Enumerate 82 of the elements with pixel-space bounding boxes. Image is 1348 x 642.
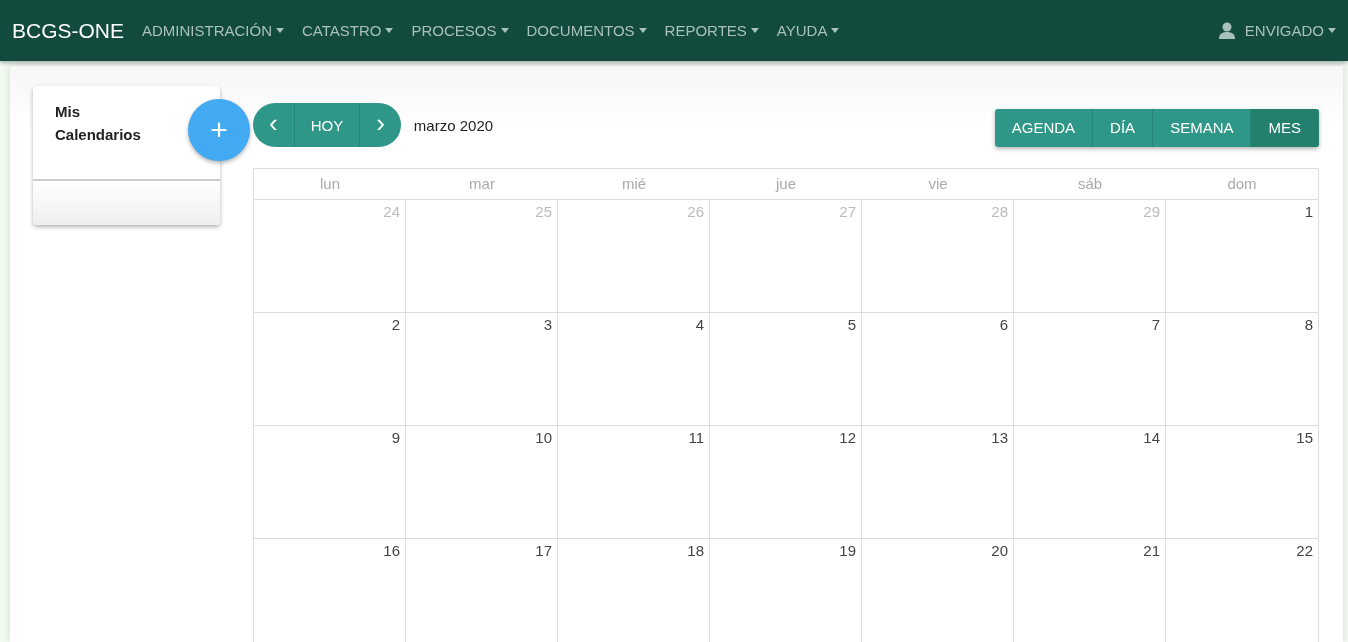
day-cell[interactable]: 12 bbox=[710, 426, 862, 539]
day-cell[interactable]: 1 bbox=[1166, 200, 1318, 313]
day-number: 14 bbox=[1143, 429, 1160, 446]
view-tab[interactable]: SEMANA bbox=[1153, 108, 1252, 147]
day-cell[interactable]: 16 bbox=[254, 539, 406, 642]
previous-button[interactable]: ‹ bbox=[253, 103, 294, 147]
caret-icon bbox=[500, 28, 509, 33]
day-cell[interactable]: 22 bbox=[1166, 539, 1318, 642]
nav-menu[interactable]: PROCESOS bbox=[411, 22, 509, 39]
weekday-header: vie bbox=[862, 169, 1014, 200]
day-number: 9 bbox=[391, 429, 400, 446]
view-tab[interactable]: MES bbox=[1251, 108, 1319, 147]
day-number: 27 bbox=[839, 203, 856, 220]
caret-icon bbox=[1328, 28, 1336, 33]
day-cell[interactable]: 10 bbox=[406, 426, 558, 539]
weekday-header: dom bbox=[1166, 169, 1318, 200]
day-number: 5 bbox=[847, 316, 856, 333]
day-cell[interactable]: 13 bbox=[862, 426, 1014, 539]
day-cell[interactable]: 18 bbox=[558, 539, 710, 642]
day-cell[interactable]: 5 bbox=[710, 313, 862, 426]
view-tab[interactable]: DÍA bbox=[1093, 108, 1154, 147]
day-number: 4 bbox=[695, 316, 704, 333]
day-cell[interactable]: 14 bbox=[1014, 426, 1166, 539]
day-number: 16 bbox=[383, 542, 400, 559]
weekday-header: mié bbox=[558, 169, 710, 200]
caret-icon bbox=[638, 28, 647, 33]
view-tab[interactable]: AGENDA bbox=[994, 108, 1094, 147]
card-title: Mis Calendarios bbox=[55, 102, 142, 145]
day-number: 7 bbox=[1151, 316, 1160, 333]
day-cell[interactable]: 20 bbox=[862, 539, 1014, 642]
day-number: 28 bbox=[991, 203, 1008, 220]
nav-menu[interactable]: ADMINISTRACIÓN bbox=[142, 22, 285, 39]
nav-menu[interactable]: CATASTRO bbox=[302, 22, 394, 39]
nav-menu[interactable]: AYUDA bbox=[776, 22, 840, 39]
caret-icon bbox=[831, 28, 840, 33]
day-number: 6 bbox=[999, 316, 1008, 333]
day-number: 29 bbox=[1143, 203, 1160, 220]
day-number: 2 bbox=[391, 316, 400, 333]
day-cell[interactable]: 3 bbox=[406, 313, 558, 426]
day-cell[interactable]: 6 bbox=[862, 313, 1014, 426]
day-number: 10 bbox=[535, 429, 552, 446]
day-cell[interactable]: 2 bbox=[254, 313, 406, 426]
user-menu[interactable]: ENVIGADO bbox=[1218, 22, 1336, 39]
day-cell[interactable]: 9 bbox=[254, 426, 406, 539]
day-cell[interactable]: 21 bbox=[1014, 539, 1166, 642]
day-number: 22 bbox=[1296, 542, 1313, 559]
day-number: 12 bbox=[839, 429, 856, 446]
weekday-header: jue bbox=[710, 169, 862, 200]
day-number: 17 bbox=[535, 542, 552, 559]
day-cell[interactable]: 19 bbox=[710, 539, 862, 642]
day-number: 8 bbox=[1304, 316, 1313, 333]
day-cell[interactable]: 8 bbox=[1166, 313, 1318, 426]
day-cell[interactable]: 15 bbox=[1166, 426, 1318, 539]
day-number: 19 bbox=[839, 542, 856, 559]
day-cell[interactable]: 11 bbox=[558, 426, 710, 539]
day-number: 20 bbox=[991, 542, 1008, 559]
day-number: 3 bbox=[543, 316, 552, 333]
day-cell[interactable]: 7 bbox=[1014, 313, 1166, 426]
user-icon bbox=[1218, 22, 1235, 39]
day-number: 18 bbox=[687, 542, 704, 559]
brand-title[interactable]: BCGS-ONE bbox=[12, 18, 124, 43]
caret-icon bbox=[385, 28, 394, 33]
today-button[interactable]: HOY bbox=[293, 103, 360, 147]
caret-icon bbox=[750, 28, 759, 33]
period-title: marzo 2020 bbox=[413, 116, 494, 134]
day-number: 1 bbox=[1304, 203, 1313, 220]
weekday-header: mar bbox=[406, 169, 558, 200]
weekday-header: sáb bbox=[1014, 169, 1166, 200]
weekday-header: lun bbox=[254, 169, 406, 200]
next-button[interactable]: › bbox=[359, 103, 401, 147]
day-number: 15 bbox=[1296, 429, 1313, 446]
day-number: 13 bbox=[991, 429, 1008, 446]
nav-menu[interactable]: DOCUMENTOS bbox=[526, 22, 647, 39]
day-cell[interactable]: 17 bbox=[406, 539, 558, 642]
caret-icon bbox=[276, 28, 285, 33]
day-number: 11 bbox=[688, 429, 704, 446]
nav-menu[interactable]: REPORTES bbox=[664, 22, 759, 39]
day-number: 25 bbox=[535, 203, 552, 220]
day-number: 24 bbox=[383, 203, 400, 220]
day-number: 21 bbox=[1143, 542, 1160, 559]
day-cell[interactable]: 4 bbox=[558, 313, 710, 426]
day-number: 26 bbox=[687, 203, 704, 220]
